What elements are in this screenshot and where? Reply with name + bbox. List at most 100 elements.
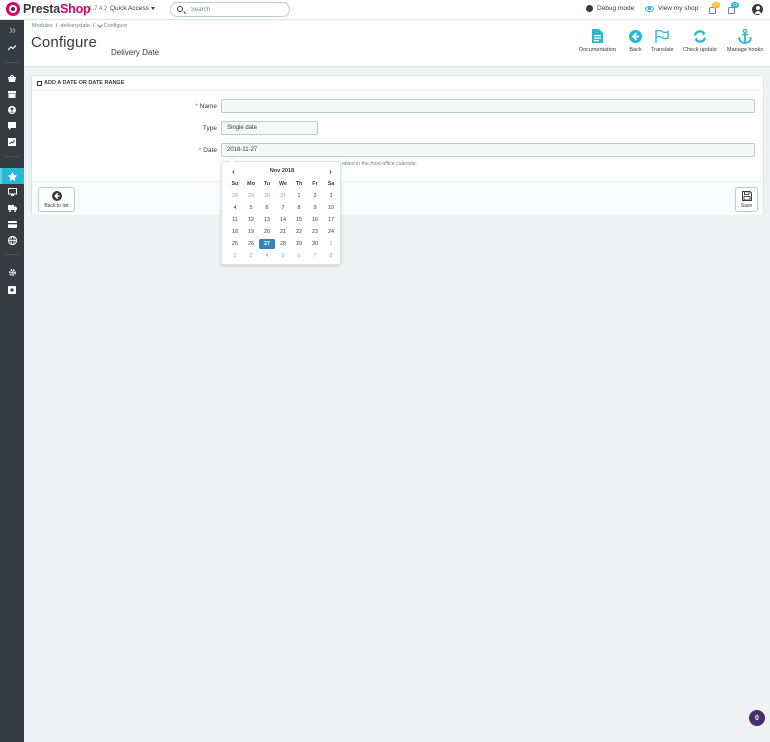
orders-notification[interactable]: 27	[708, 2, 720, 15]
debug-mode-link[interactable]: Debug mode	[586, 5, 634, 12]
translate-label: Translate	[651, 47, 674, 53]
week-row: 4 5 6 7 8 9 10	[227, 203, 339, 215]
dashboard-icon[interactable]	[0, 40, 24, 56]
stats-icon[interactable]	[0, 134, 24, 150]
shipping-icon[interactable]	[0, 200, 24, 216]
pencil-icon	[96, 22, 103, 28]
calendar-day[interactable]: 2	[307, 191, 323, 201]
calendar-day[interactable]: 25	[227, 239, 243, 249]
calendar-day[interactable]: 18	[227, 227, 243, 237]
advanced-icon[interactable]	[0, 282, 24, 298]
payment-icon[interactable]	[0, 216, 24, 232]
datepicker-header: ‹ Nov 2018 ›	[222, 167, 340, 176]
search-box[interactable]	[170, 2, 290, 17]
manage-hooks-button[interactable]: Manage hooks	[727, 28, 763, 53]
date-label-text: Date	[203, 147, 217, 154]
module-name: Delivery Date	[111, 48, 160, 57]
search-icon[interactable]	[177, 6, 183, 12]
week-row: 11 12 13 14 15 16 17	[227, 215, 339, 227]
breadcrumb-modules[interactable]: Modules	[32, 23, 53, 29]
calendar-day[interactable]: 7	[275, 203, 291, 213]
calendar-day[interactable]: 6	[291, 251, 307, 261]
calendar-day[interactable]: 8	[323, 251, 339, 261]
calendar-day[interactable]: 13	[259, 215, 275, 225]
calendar-day[interactable]: 24	[323, 227, 339, 237]
notification-bubble[interactable]: 0	[749, 710, 765, 726]
search-input[interactable]	[191, 5, 281, 15]
selected-day[interactable]: 27	[259, 239, 275, 249]
page-header: Modules / deliverydate / Configure Configure…	[24, 20, 770, 67]
customers-notification[interactable]: 13	[727, 2, 739, 15]
calendar-day[interactable]: 23	[307, 227, 323, 237]
name-input[interactable]	[221, 99, 755, 113]
calendar-day[interactable]: 3	[323, 191, 339, 201]
datepicker-month[interactable]: Nov 2018	[252, 168, 312, 174]
customers-icon[interactable]	[0, 102, 24, 118]
save-button[interactable]: Save	[735, 187, 758, 212]
calendar-day[interactable]: 1	[323, 239, 339, 249]
prestashop-logo[interactable]: PrestaShop	[6, 2, 91, 16]
weekday-label: Mo	[247, 181, 255, 187]
calendar-day[interactable]: 6	[259, 203, 275, 213]
translate-button[interactable]: Translate	[651, 28, 674, 53]
calendar-day[interactable]: 5	[275, 251, 291, 261]
calendar-day[interactable]: 21	[275, 227, 291, 237]
calendar-day[interactable]: 3	[243, 251, 259, 261]
modules-icon[interactable]	[0, 168, 24, 184]
chevron-right-icon[interactable]: ›	[326, 167, 335, 176]
calendar-day[interactable]: 8	[291, 203, 307, 213]
documentation-button[interactable]: Documentation	[579, 28, 616, 53]
quick-access-dropdown[interactable]: Quick Access	[110, 5, 156, 12]
panel-footer: Back to list Save	[32, 181, 763, 215]
check-update-label: Check update	[683, 47, 717, 53]
calendar-day[interactable]: 19	[243, 227, 259, 237]
calendar-day[interactable]: 30	[259, 191, 275, 201]
calendar-day[interactable]: 30	[307, 239, 323, 249]
calendar-day[interactable]: 31	[275, 191, 291, 201]
documentation-label: Documentation	[579, 47, 616, 53]
settings-icon[interactable]	[0, 264, 24, 280]
back-to-list-label: Back to list	[44, 202, 69, 209]
weekday-label: Tu	[263, 181, 271, 187]
name-label: * Name	[195, 103, 217, 110]
calendar-day[interactable]: 22	[291, 227, 307, 237]
calendar-day[interactable]: 16	[307, 215, 323, 225]
design-icon[interactable]	[0, 184, 24, 200]
calendar-day[interactable]: 5	[243, 203, 259, 213]
customers-badge: 13	[731, 2, 739, 8]
customer-service-icon[interactable]	[0, 118, 24, 134]
calendar-day[interactable]: 17	[323, 215, 339, 225]
view-shop-link[interactable]: View my shop	[645, 5, 698, 12]
breadcrumb-module[interactable]: deliverydate	[60, 23, 90, 29]
check-update-button[interactable]: Check update	[683, 28, 717, 53]
calendar-day[interactable]: 7	[307, 251, 323, 261]
calendar-day[interactable]: 10	[323, 203, 339, 213]
back-to-list-button[interactable]: Back to list	[38, 187, 75, 212]
chevron-left-icon[interactable]: ‹	[229, 167, 238, 176]
collapse-icon[interactable]	[0, 22, 24, 38]
calendar-day[interactable]: 26	[243, 239, 259, 249]
calendar-day[interactable]: 20	[259, 227, 275, 237]
weekday-label: Th	[295, 181, 303, 187]
calendar-day[interactable]: 14	[275, 215, 291, 225]
calendar-day[interactable]: 15	[291, 215, 307, 225]
calendar-day[interactable]: 11	[227, 215, 243, 225]
catalog-icon[interactable]	[0, 86, 24, 102]
employee-avatar[interactable]	[752, 4, 763, 15]
refresh-icon	[693, 28, 707, 44]
calendar-day[interactable]: 4	[227, 203, 243, 213]
back-button[interactable]: Back	[629, 28, 642, 53]
calendar-day[interactable]: 9	[307, 203, 323, 213]
calendar-day[interactable]: 29	[291, 239, 307, 249]
calendar-day[interactable]: 29	[243, 191, 259, 201]
calendar-day[interactable]: 1	[291, 191, 307, 201]
calendar-day[interactable]: 4	[259, 251, 275, 261]
calendar-day[interactable]: 2	[227, 251, 243, 261]
date-input[interactable]: 2018-11-27	[221, 143, 755, 157]
international-icon[interactable]	[0, 232, 24, 248]
calendar-day[interactable]: 28	[227, 191, 243, 201]
orders-icon[interactable]	[0, 70, 24, 86]
type-select[interactable]: Single date	[221, 121, 318, 135]
calendar-day[interactable]: 28	[275, 239, 291, 249]
calendar-day[interactable]: 12	[243, 215, 259, 225]
